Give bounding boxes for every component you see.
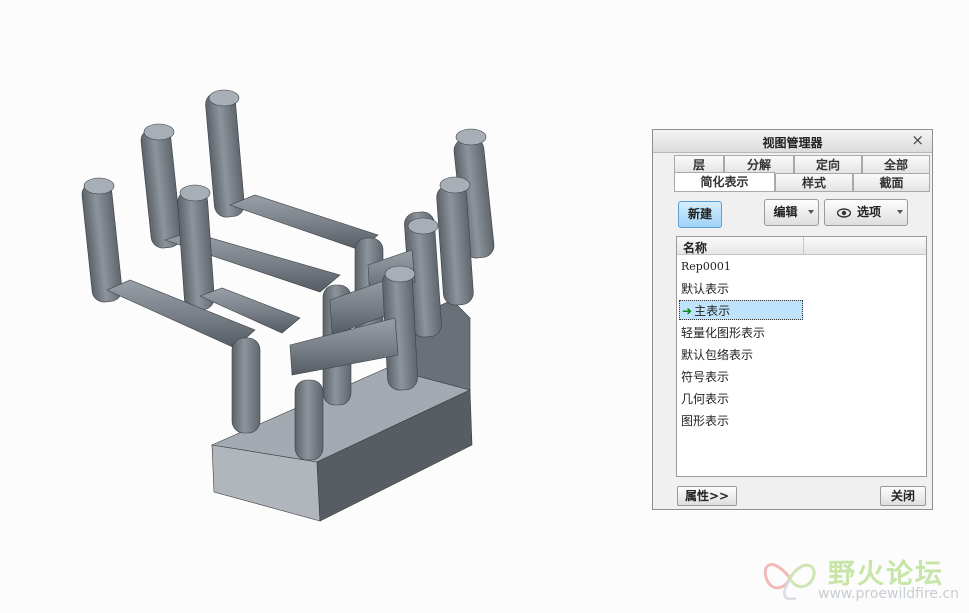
view-manager-dialog: 视图管理器 × 层 分解 定向 全部 样式 截面 简化表示 新建 编辑 选项 名…: [652, 129, 933, 510]
tab-orient[interactable]: 定向: [794, 155, 862, 173]
list-item[interactable]: 符号表示: [679, 367, 803, 387]
edit-button[interactable]: 编辑: [764, 199, 819, 226]
close-icon[interactable]: ×: [911, 131, 924, 149]
watermark: 野火论坛 www.proewildfire.cn: [760, 548, 965, 608]
chevron-down-icon: [897, 210, 903, 214]
tab-section[interactable]: 截面: [853, 173, 930, 191]
list-item[interactable]: 轻量化图形表示: [679, 323, 803, 343]
tab-explode[interactable]: 分解: [724, 155, 794, 173]
tab-layers[interactable]: 层: [674, 155, 724, 173]
options-button[interactable]: 选项: [824, 199, 908, 226]
green-arrow-icon: ➜: [682, 304, 693, 318]
list-item[interactable]: Rep0001: [679, 257, 803, 277]
options-button-label: 选项: [857, 205, 882, 219]
list-item[interactable]: 几何表示: [679, 389, 803, 409]
new-button[interactable]: 新建: [678, 201, 722, 228]
list-item[interactable]: 默认表示: [679, 279, 803, 299]
dialog-title: 视图管理器: [762, 136, 823, 150]
tab-style[interactable]: 样式: [775, 173, 853, 191]
butterfly-logo-icon: [763, 563, 816, 601]
dialog-titlebar: 视图管理器 ×: [653, 130, 932, 153]
tab-divider: [674, 191, 930, 192]
list-item-selected[interactable]: ➜ 主表示: [679, 300, 803, 320]
list-item-label: 主表示: [694, 304, 731, 318]
model-part: [81, 89, 495, 522]
representation-list[interactable]: 名称 Rep0001 默认表示 ➜ 主表示 轻量化图形表示 默认包络表示 符号表示…: [676, 236, 927, 477]
tab-all[interactable]: 全部: [862, 155, 930, 173]
properties-button[interactable]: 属性>>: [677, 486, 737, 506]
chevron-down-icon: [808, 210, 814, 214]
column-name-header[interactable]: 名称: [683, 239, 707, 256]
watermark-url: www.proewildfire.cn: [818, 586, 960, 602]
close-button[interactable]: 关闭: [880, 486, 926, 506]
list-item[interactable]: 图形表示: [679, 411, 803, 431]
list-item[interactable]: 默认包络表示: [679, 345, 803, 365]
list-header: 名称: [677, 237, 926, 255]
eye-icon: [837, 208, 851, 218]
edit-button-label: 编辑: [773, 205, 798, 219]
column-separator[interactable]: [803, 237, 804, 254]
tab-simplified-rep[interactable]: 简化表示: [674, 172, 775, 192]
